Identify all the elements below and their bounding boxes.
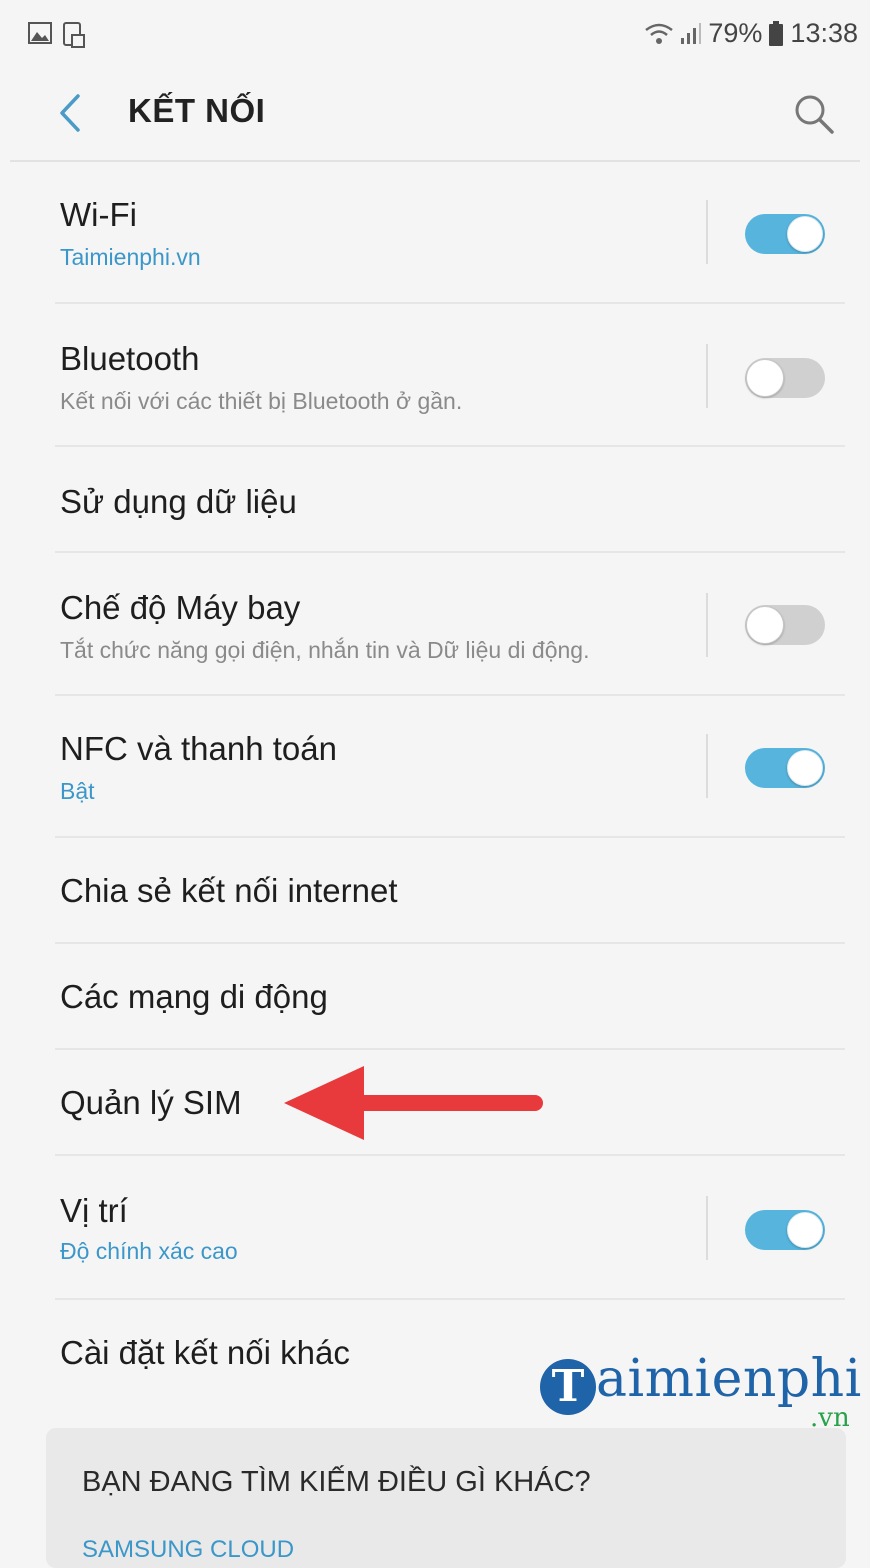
watermark-initial: T (540, 1359, 596, 1415)
setting-subtitle: Tắt chức năng gọi điện, nhắn tin và Dữ l… (60, 637, 590, 663)
setting-title: Các mạng di động (60, 978, 328, 1015)
app-bar: KẾT NỐI (0, 70, 870, 160)
setting-item-airplane-mode[interactable]: Chế độ Máy bay Tắt chức năng gọi điện, n… (0, 553, 870, 696)
chevron-left-icon[interactable] (50, 88, 90, 138)
suggestion-card: BẠN ĐANG TÌM KIẾM ĐIỀU GÌ KHÁC? SAMSUNG … (46, 1428, 846, 1568)
red-arrow-annotation (284, 1066, 543, 1140)
setting-item-wifi[interactable]: Wi-Fi Taimienphi.vn (0, 162, 870, 304)
suggestion-link[interactable]: SAMSUNG CLOUD (82, 1536, 294, 1564)
setting-item-bluetooth[interactable]: Bluetooth Kết nối với các thiết bị Bluet… (0, 304, 870, 447)
setting-title: NFC và thanh toán (60, 730, 337, 767)
setting-subtitle: Kết nối với các thiết bị Bluetooth ở gần… (60, 388, 463, 414)
wifi-toggle[interactable] (745, 214, 825, 254)
setting-title: Bluetooth (60, 340, 200, 377)
search-icon[interactable] (790, 90, 838, 138)
vertical-divider (706, 344, 708, 408)
status-bar: 79% 13:38 (0, 0, 870, 70)
setting-title: Sử dụng dữ liệu (60, 483, 297, 520)
setting-title: Wi-Fi (60, 196, 137, 233)
setting-subtitle: Độ chính xác cao (60, 1238, 238, 1264)
setting-item-mobile-networks[interactable]: Các mạng di động (0, 944, 870, 1050)
vertical-divider (706, 1196, 708, 1260)
setting-title: Cài đặt kết nối khác (60, 1334, 350, 1371)
battery-percent: 79% (708, 18, 763, 48)
airplane-mode-toggle[interactable] (745, 605, 825, 645)
gallery-icon (28, 22, 52, 44)
battery-icon (769, 20, 784, 46)
vertical-divider (706, 200, 708, 264)
setting-item-data-usage[interactable]: Sử dụng dữ liệu (0, 447, 870, 553)
watermark-name: aimienphi (596, 1349, 862, 1409)
nfc-toggle[interactable] (745, 748, 825, 788)
bluetooth-toggle[interactable] (745, 358, 825, 398)
setting-item-location[interactable]: Vị trí Độ chính xác cao (0, 1156, 870, 1300)
signal-icon (681, 22, 702, 44)
setting-subtitle: Taimienphi.vn (60, 244, 201, 270)
location-toggle[interactable] (745, 1210, 825, 1250)
clock: 13:38 (790, 18, 858, 48)
page-title: KẾT NỐI (128, 92, 266, 129)
setting-title: Vị trí (60, 1192, 128, 1229)
suggestion-title: BẠN ĐANG TÌM KIẾM ĐIỀU GÌ KHÁC? (82, 1466, 591, 1498)
setting-title: Quản lý SIM (60, 1084, 242, 1121)
setting-title: Chia sẻ kết nối internet (60, 872, 398, 909)
setting-subtitle: Bật (60, 778, 95, 804)
screenshot-icon (63, 22, 85, 48)
wifi-icon (645, 23, 674, 44)
setting-title: Chế độ Máy bay (60, 589, 301, 626)
setting-item-tethering[interactable]: Chia sẻ kết nối internet (0, 838, 870, 944)
vertical-divider (706, 734, 708, 798)
vertical-divider (706, 593, 708, 657)
setting-item-nfc[interactable]: NFC và thanh toán Bật (0, 696, 870, 838)
